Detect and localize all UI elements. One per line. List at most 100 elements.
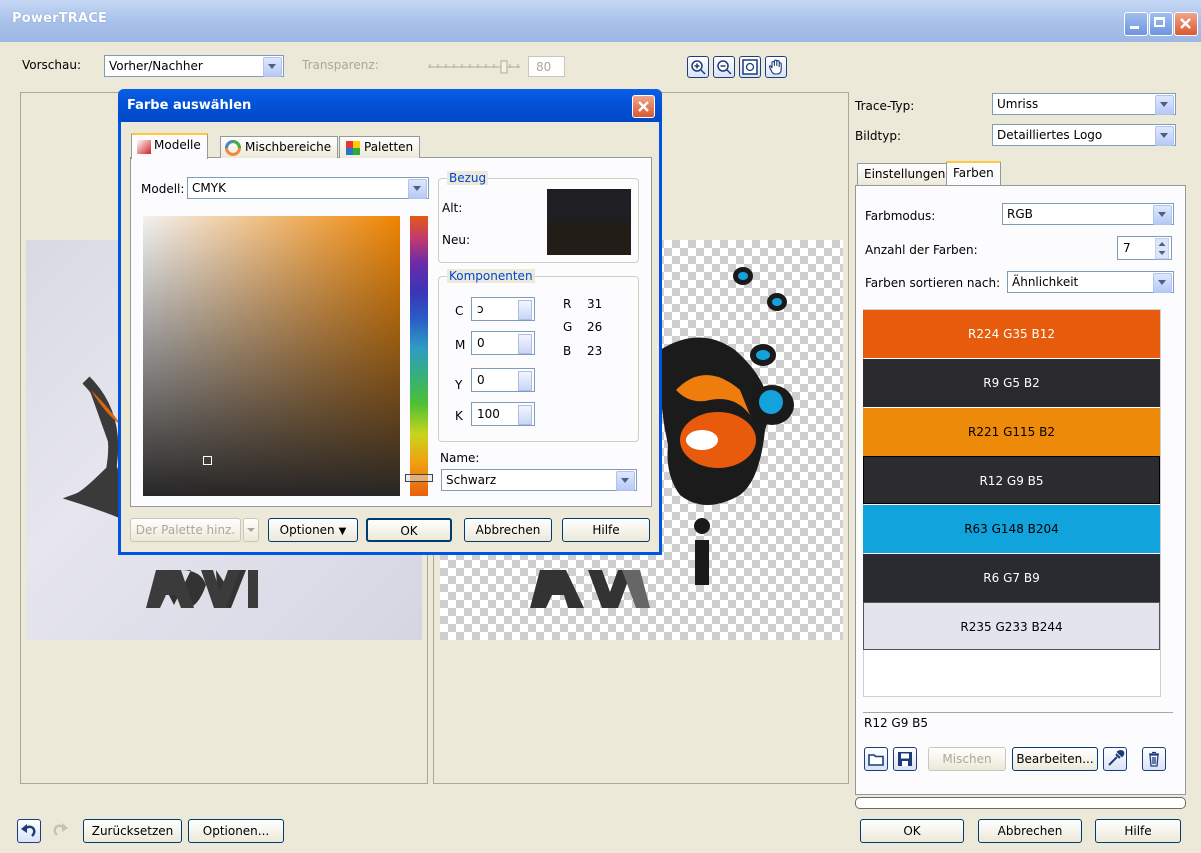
save-palette-button[interactable]: [893, 747, 917, 771]
cyan-slider-icon[interactable]: [518, 300, 532, 320]
tab-einstellungen[interactable]: Einstellungen: [857, 163, 953, 185]
magenta-field[interactable]: 0: [471, 331, 535, 355]
dialog-tab-paletten[interactable]: Paletten: [339, 136, 421, 158]
black-slider-icon[interactable]: [518, 405, 532, 425]
image-type-value: Detailliertes Logo: [997, 128, 1103, 142]
dropdown-arrow-icon: ▼: [338, 526, 347, 537]
ok-button[interactable]: OK: [860, 819, 964, 843]
dialog-help-label: Hilfe: [592, 523, 620, 537]
open-palette-button[interactable]: [864, 747, 888, 771]
magenta-slider-icon[interactable]: [518, 334, 532, 354]
model-select[interactable]: CMYK: [187, 177, 429, 199]
tab-label: Modelle: [154, 138, 201, 152]
minimize-button[interactable]: [1124, 12, 1148, 36]
eyedropper-button[interactable]: [1103, 747, 1127, 771]
dialog-options-label: Optionen: [279, 523, 335, 537]
yellow-value: 0: [477, 373, 485, 387]
color-field[interactable]: [143, 216, 400, 496]
r-value: 31: [587, 297, 603, 311]
color-dialog-titlebar: Farbe auswählen: [118, 89, 662, 122]
add-to-palette-button[interactable]: Der Palette hinz.: [130, 518, 241, 542]
image-type-select[interactable]: Detailliertes Logo: [992, 124, 1176, 146]
y-label: Y: [455, 378, 463, 392]
transparency-value-field[interactable]: 80: [528, 56, 565, 77]
old-color-label: Alt:: [442, 201, 463, 215]
color-name-select[interactable]: Schwarz: [441, 469, 637, 491]
transparency-value: 80: [536, 60, 552, 74]
cancel-button[interactable]: Abbrechen: [978, 819, 1082, 843]
components-group: [438, 276, 639, 442]
dialog-tab-mischbereiche[interactable]: Mischbereiche: [220, 136, 339, 158]
zoom-out-button[interactable]: [713, 56, 735, 78]
hue-slider-handle[interactable]: [405, 474, 433, 482]
progress-bar: [855, 797, 1186, 809]
close-icon: [638, 101, 649, 112]
num-colors-stepper[interactable]: 7: [1117, 236, 1172, 260]
redo-icon: [53, 823, 68, 836]
trace-type-select[interactable]: Umriss: [992, 93, 1176, 115]
color-swatch-1[interactable]: R224 G35 B12: [863, 310, 1160, 358]
mix-button-label: Mischen: [942, 752, 992, 766]
color-swatch-2[interactable]: R9 G5 B2: [863, 359, 1160, 407]
reset-button-label: Zurücksetzen: [91, 824, 174, 838]
help-button[interactable]: Hilfe: [1095, 819, 1181, 843]
selected-color-value: R12 G9 B5: [864, 716, 929, 730]
tab-farben[interactable]: Farben: [946, 161, 1001, 185]
delete-color-button[interactable]: [1142, 747, 1166, 771]
color-mode-label: Farbmodus:: [865, 209, 936, 223]
add-to-palette-menu-button[interactable]: [243, 518, 259, 542]
edit-button[interactable]: Bearbeiten...: [1012, 747, 1098, 771]
color-wheel-icon: [225, 140, 241, 156]
color-mode-select[interactable]: RGB: [1002, 203, 1174, 225]
new-color-swatch: [547, 222, 631, 255]
color-mode-value: RGB: [1007, 207, 1033, 221]
zoom-out-icon: [717, 60, 732, 75]
transparency-slider[interactable]: [428, 60, 522, 74]
ok-button-label: OK: [903, 824, 921, 838]
undo-icon: [21, 824, 36, 837]
color-swatch-6[interactable]: R6 G7 B9: [863, 554, 1160, 602]
name-label: Name:: [440, 451, 480, 465]
g-label: G: [563, 320, 573, 334]
chevron-down-icon: [1155, 95, 1174, 115]
preview-select[interactable]: Vorher/Nachher: [104, 55, 284, 77]
cyan-field[interactable]: ↄ: [471, 297, 535, 321]
chevron-down-icon: [1155, 126, 1174, 146]
pan-button[interactable]: [765, 56, 787, 78]
color-swatch-4-selected[interactable]: R12 G9 B5: [863, 456, 1160, 504]
swatch-label: R12 G9 B5: [979, 474, 1044, 488]
close-button[interactable]: [1174, 12, 1198, 36]
yellow-slider-icon[interactable]: [518, 371, 532, 391]
dialog-options-button[interactable]: Optionen ▼: [268, 518, 358, 542]
options-button[interactable]: Optionen...: [188, 819, 284, 843]
redo-button[interactable]: [49, 819, 73, 843]
dialog-close-button[interactable]: [632, 95, 655, 118]
reset-button[interactable]: Zurücksetzen: [83, 819, 182, 843]
yellow-field[interactable]: 0: [471, 368, 535, 392]
chevron-down-icon: [616, 471, 635, 491]
hue-slider[interactable]: [410, 216, 428, 496]
new-color-label: Neu:: [442, 233, 471, 247]
dialog-help-button[interactable]: Hilfe: [562, 518, 650, 542]
hand-icon: [768, 59, 782, 75]
color-swatch-7[interactable]: R235 G233 B244: [863, 602, 1160, 650]
dialog-cancel-button[interactable]: Abbrechen: [464, 518, 552, 542]
undo-button[interactable]: [17, 819, 41, 843]
swatch-label: R221 G115 B2: [968, 425, 1055, 439]
tab-label: Paletten: [364, 140, 414, 154]
zoom-fit-button[interactable]: [739, 56, 761, 78]
dialog-ok-button[interactable]: OK: [366, 518, 452, 542]
mix-button[interactable]: Mischen: [928, 747, 1006, 771]
color-field-marker[interactable]: [203, 456, 212, 465]
black-field[interactable]: 100: [471, 402, 535, 426]
color-swatch-5[interactable]: R63 G148 B204: [863, 505, 1160, 553]
swatch-label: R63 G148 B204: [964, 522, 1059, 536]
color-swatch-3[interactable]: R221 G115 B2: [863, 408, 1160, 456]
maximize-button[interactable]: [1149, 12, 1173, 36]
zoom-in-button[interactable]: [687, 56, 709, 78]
dialog-tab-modelle[interactable]: Modelle: [131, 133, 208, 159]
help-button-label: Hilfe: [1124, 824, 1152, 838]
swatch-label: R224 G35 B12: [968, 327, 1055, 341]
sort-select[interactable]: Ähnlichkeit: [1007, 271, 1174, 293]
close-icon: [1180, 18, 1191, 29]
